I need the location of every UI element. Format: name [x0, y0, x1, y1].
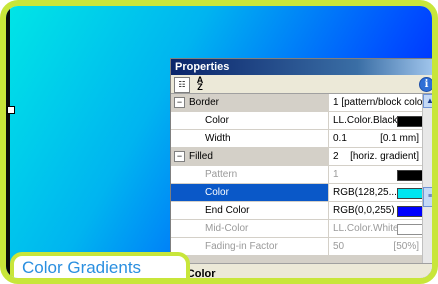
- image-frame: Properties ☷ AZ i − Border 1 [pattern/blo…: [0, 0, 438, 284]
- categorized-view-icon[interactable]: ☷: [174, 77, 190, 93]
- sort-alphabetical-icon[interactable]: AZ: [193, 76, 207, 92]
- resize-handle[interactable]: [7, 106, 15, 114]
- property-name: Color: [171, 184, 329, 201]
- window-title: Properties: [171, 59, 432, 75]
- property-name: Fading-in Factor: [171, 238, 329, 255]
- object-edge: [6, 6, 10, 278]
- color-swatch: [397, 116, 423, 127]
- property-name: Mid-Color: [171, 220, 329, 237]
- property-row-color[interactable]: Color LL.Color.Black: [171, 112, 423, 130]
- scroll-thumb[interactable]: ≡: [423, 187, 432, 207]
- property-value[interactable]: 1 [pattern/block color]: [331, 94, 423, 111]
- collapse-icon[interactable]: −: [174, 151, 185, 162]
- property-name: Filled: [189, 151, 213, 162]
- properties-window: Properties ☷ AZ i − Border 1 [pattern/blo…: [170, 58, 432, 278]
- property-grid: − Border 1 [pattern/block color] Color LL…: [171, 94, 423, 256]
- color-swatch: [397, 224, 423, 235]
- caption-label: Color Gradients: [10, 252, 190, 278]
- info-icon[interactable]: i: [419, 77, 432, 92]
- property-name: Pattern: [171, 166, 329, 183]
- collapse-icon[interactable]: −: [174, 97, 185, 108]
- property-hint: [50%]: [393, 241, 419, 252]
- property-row-end-color[interactable]: End Color RGB(0,0,255): [171, 202, 423, 220]
- property-name: Border: [189, 97, 220, 108]
- property-row-pattern[interactable]: Pattern 1: [171, 166, 423, 184]
- property-name: Width: [171, 130, 329, 147]
- property-row-filled[interactable]: − Filled 2 [horiz. gradient]: [171, 148, 423, 166]
- property-row-mid-color[interactable]: Mid-Color LL.Color.White: [171, 220, 423, 238]
- scroll-up-icon[interactable]: ▲: [423, 94, 432, 108]
- color-swatch: [397, 206, 423, 217]
- property-name: Color: [171, 112, 329, 129]
- properties-toolbar: ☷ AZ i: [171, 75, 432, 94]
- color-swatch: [397, 188, 423, 199]
- property-name: End Color: [171, 202, 329, 219]
- pattern-swatch: [397, 170, 423, 181]
- description-pane: d.Color: [171, 263, 432, 278]
- property-hint: [0.1 mm]: [380, 133, 419, 144]
- property-row-gradient-color[interactable]: Color RGB(128,25...: [171, 184, 423, 202]
- property-row-width[interactable]: Width 0.1 [0.1 mm]: [171, 130, 423, 148]
- property-hint: [horiz. gradient]: [350, 151, 419, 162]
- vertical-scrollbar[interactable]: ▲ ≡ ▼: [422, 94, 432, 278]
- property-row-border[interactable]: − Border 1 [pattern/block color]: [171, 94, 423, 112]
- property-row-fading-factor[interactable]: Fading-in Factor 50 [50%]: [171, 238, 423, 256]
